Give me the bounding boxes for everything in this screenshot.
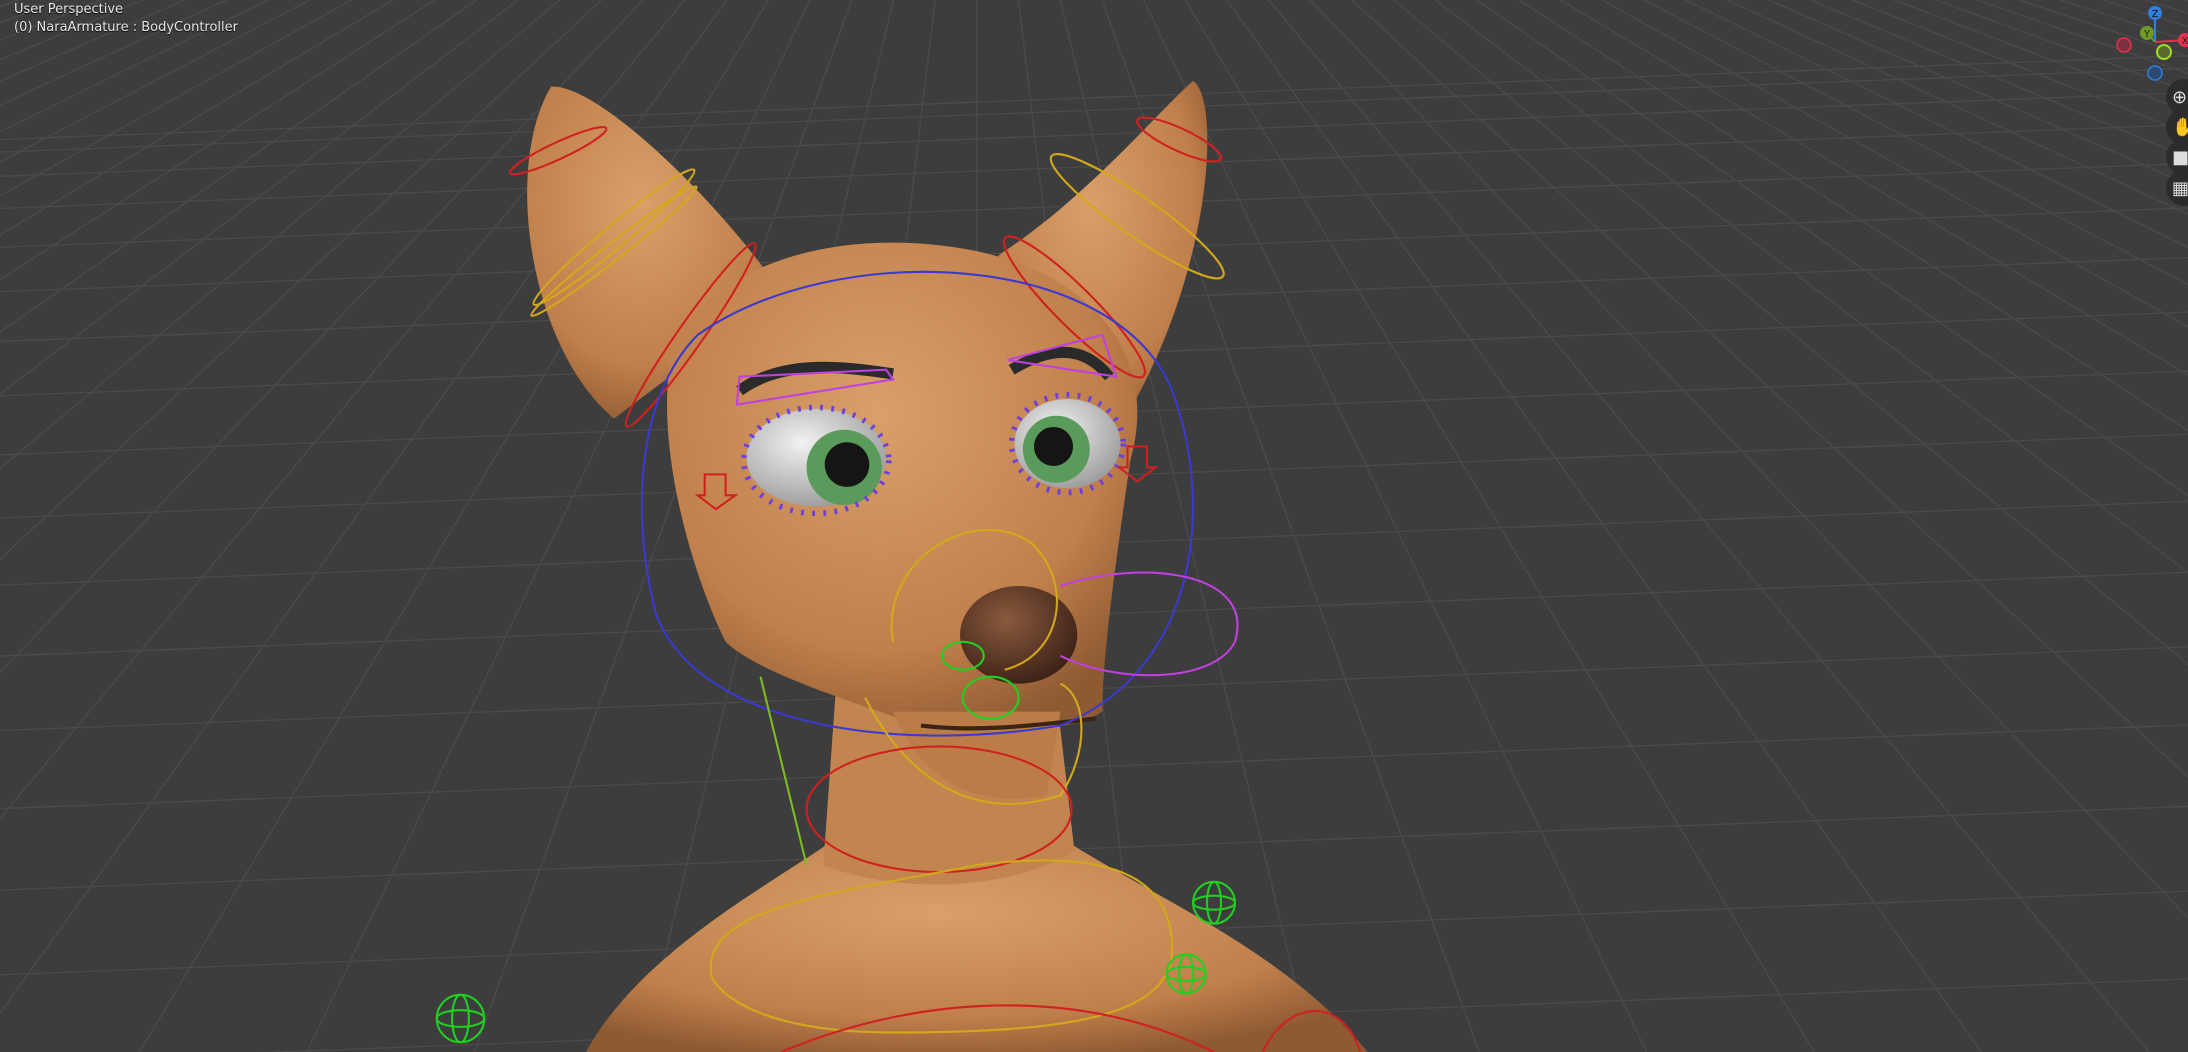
3d-viewport[interactable]: User Perspective (0) NaraArmature : Body… <box>0 0 2188 1052</box>
gizmo-y-label: Y <box>2143 29 2151 40</box>
navigation-gizmo[interactable]: Y Z X <box>2110 0 2188 90</box>
pupil-right <box>1033 426 1074 467</box>
active-object-label: (0) NaraArmature : BodyController <box>14 20 238 35</box>
gizmo-neg-x[interactable] <box>2116 37 2132 53</box>
grid-icon: ▦ <box>2172 177 2188 199</box>
viewport-scene[interactable] <box>0 0 2188 1052</box>
gizmo-x-label: X <box>2182 36 2188 47</box>
gizmo-neg-z[interactable] <box>2147 65 2163 81</box>
pupil-left <box>824 442 870 487</box>
hand-icon: ✋ <box>2172 116 2188 138</box>
magnifier-plus-icon: ⊕ <box>2172 86 2188 108</box>
view-name-label: User Perspective <box>14 2 124 17</box>
gizmo-neg-y[interactable] <box>2156 44 2172 60</box>
gizmo-z-label: Z <box>2152 9 2159 20</box>
camera-icon: ■ <box>2172 146 2188 168</box>
nose <box>960 585 1078 684</box>
grid-line <box>0 91 2188 177</box>
character-mesh[interactable] <box>527 80 1368 1052</box>
